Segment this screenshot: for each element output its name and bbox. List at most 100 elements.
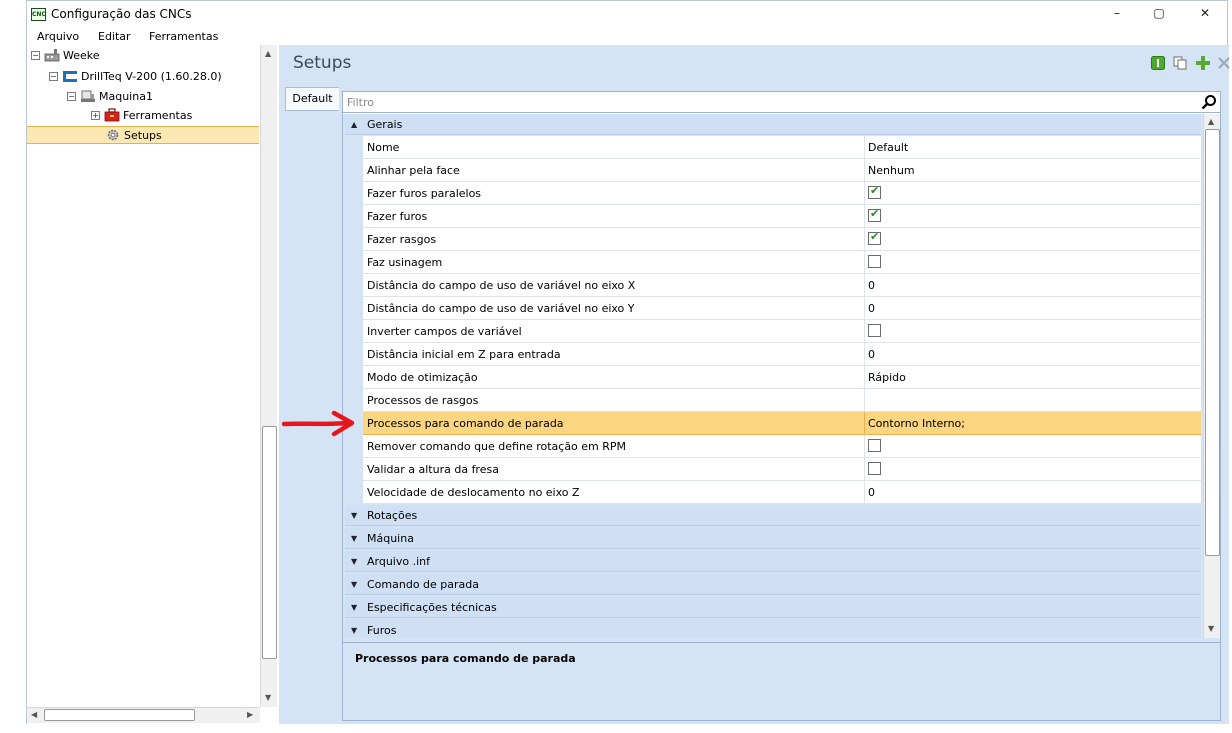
column-divider [864,205,865,227]
property-checkbox[interactable] [868,255,881,268]
close-button[interactable]: ✕ [1185,3,1225,25]
chevron-down-icon[interactable]: ▼ [351,534,361,543]
property-checkbox[interactable] [868,462,881,475]
column-divider [864,366,865,388]
factory-icon [44,48,60,62]
chevron-down-icon[interactable]: ▼ [351,511,361,520]
restore-button[interactable]: ▢ [1139,3,1179,25]
chevron-down-icon[interactable]: ▼ [351,557,361,566]
scroll-left-icon[interactable]: ◀ [31,710,37,719]
property-row[interactable]: Distância do campo de uso de variável no… [363,297,1201,320]
collapse-icon[interactable]: − [67,91,76,101]
scroll-down-icon[interactable]: ▼ [1208,624,1214,633]
tree-node-ferramentas[interactable]: + Ferramentas [91,106,192,124]
chevron-down-icon[interactable]: ▼ [351,626,361,635]
property-row[interactable]: Fazer furos ✔ [363,205,1201,228]
column-divider [864,481,865,503]
property-value[interactable]: 0 [868,302,875,315]
filter-input[interactable]: Filtro [343,92,1220,113]
property-row[interactable]: Modo de otimização Rápido [363,366,1201,389]
tree-node-maquina[interactable]: − Maquina1 [67,87,153,105]
tree-node-machine[interactable]: − DrillTeq V-200 (1.60.28.0) [49,67,222,85]
tree-label-setups: Setups [124,128,162,142]
property-value[interactable]: 0 [868,348,875,361]
add-icon[interactable] [1196,56,1210,70]
machine-icon [80,89,96,103]
property-checkbox[interactable]: ✔ [868,184,881,199]
menu-arquivo[interactable]: Arquivo [37,30,79,43]
property-name: Velocidade de deslocamento no eixo Z [367,486,580,499]
property-value[interactable]: 0 [868,279,875,292]
tree-hscroll-thumb[interactable] [44,709,195,721]
info-icon[interactable] [1151,56,1165,70]
title-bar: CNC Configuração das CNCs – ▢ ✕ [27,1,1227,29]
property-row[interactable]: Distância inicial em Z para entrada 0 [363,343,1201,366]
column-divider [864,297,865,319]
property-value[interactable]: Contorno Interno; [868,417,965,430]
category-gerais[interactable]: ▲ Gerais [345,114,1201,135]
property-checkbox[interactable] [868,439,881,452]
category-row[interactable]: ▼ Especificações técnicas [345,597,1201,618]
grid-vertical-scrollbar[interactable]: ▲ ▼ [1203,114,1220,638]
property-name: Alinhar pela face [367,164,460,177]
category-row[interactable]: ▼ Furos [345,620,1201,638]
menu-ferramentas[interactable]: Ferramentas [149,30,218,43]
property-name: Fazer rasgos [367,233,437,246]
category-row[interactable]: ▼ Arquivo .inf [345,551,1201,572]
delete-icon[interactable] [1217,56,1231,70]
category-label: Comando de parada [367,577,480,591]
property-row[interactable]: Velocidade de deslocamento no eixo Z 0 [363,481,1201,504]
property-row[interactable]: Alinhar pela face Nenhum [363,159,1201,182]
chevron-up-icon[interactable]: ▲ [351,120,361,129]
chevron-down-icon[interactable]: ▼ [351,580,361,589]
search-icon[interactable] [1201,94,1217,110]
collapse-icon[interactable]: − [31,50,40,60]
category-label: Rotações [367,508,418,522]
tree-horizontal-scrollbar[interactable]: ◀ ▶ [27,707,260,723]
property-name: Modo de otimização [367,371,478,384]
scroll-up-icon[interactable]: ▲ [265,49,271,58]
scroll-down-icon[interactable]: ▼ [265,693,271,702]
property-row[interactable]: Faz usinagem [363,251,1201,274]
category-row[interactable]: ▼ Máquina [345,528,1201,549]
property-row[interactable]: Fazer rasgos ✔ [363,228,1201,251]
column-divider [864,389,865,411]
property-row[interactable]: Remover comando que define rotação em RP… [363,435,1201,458]
expand-icon[interactable]: + [91,110,100,120]
column-divider [864,274,865,296]
property-row[interactable]: Inverter campos de variável [363,320,1201,343]
gear-icon [105,128,121,142]
tree-vertical-scrollbar[interactable]: ▲ ▼ [260,45,277,707]
property-checkbox[interactable]: ✔ [868,230,881,245]
property-value[interactable]: 0 [868,486,875,499]
tree-node-setups[interactable]: Setups [105,126,162,144]
property-row[interactable]: Nome Default [363,136,1201,159]
scroll-up-icon[interactable]: ▲ [1208,117,1214,126]
minimize-button[interactable]: – [1097,3,1137,25]
property-row[interactable]: Processos de rasgos [363,389,1201,412]
tree-label-machine: DrillTeq V-200 (1.60.28.0) [81,69,222,83]
tree-node-weeke[interactable]: − Weeke [31,46,100,64]
copy-icon[interactable] [1173,56,1187,70]
property-row[interactable]: Fazer furos paralelos ✔ [363,182,1201,205]
grid-vscroll-thumb[interactable] [1205,129,1220,556]
property-value[interactable]: Rápido [868,371,906,384]
property-checkbox[interactable] [868,324,881,337]
category-row[interactable]: ▼ Rotações [345,505,1201,526]
collapse-icon[interactable]: − [49,71,58,81]
setups-header: Setups [279,45,1231,81]
chevron-down-icon[interactable]: ▼ [351,603,361,612]
property-row[interactable]: Distância do campo de uso de variável no… [363,274,1201,297]
tree-label-ferramentas: Ferramentas [123,108,193,122]
property-row[interactable]: Processos para comando de parada Contorno… [363,412,1201,435]
tab-default[interactable]: Default [285,87,339,111]
property-value[interactable]: Default [868,141,908,154]
property-name: Fazer furos paralelos [367,187,482,200]
property-row[interactable]: Validar a altura da fresa [363,458,1201,481]
scroll-right-icon[interactable]: ▶ [247,710,253,719]
property-checkbox[interactable]: ✔ [868,207,881,222]
tree-vscroll-thumb[interactable] [262,426,277,659]
menu-editar[interactable]: Editar [98,30,131,43]
category-row[interactable]: ▼ Comando de parada [345,574,1201,595]
property-value[interactable]: Nenhum [868,164,915,177]
